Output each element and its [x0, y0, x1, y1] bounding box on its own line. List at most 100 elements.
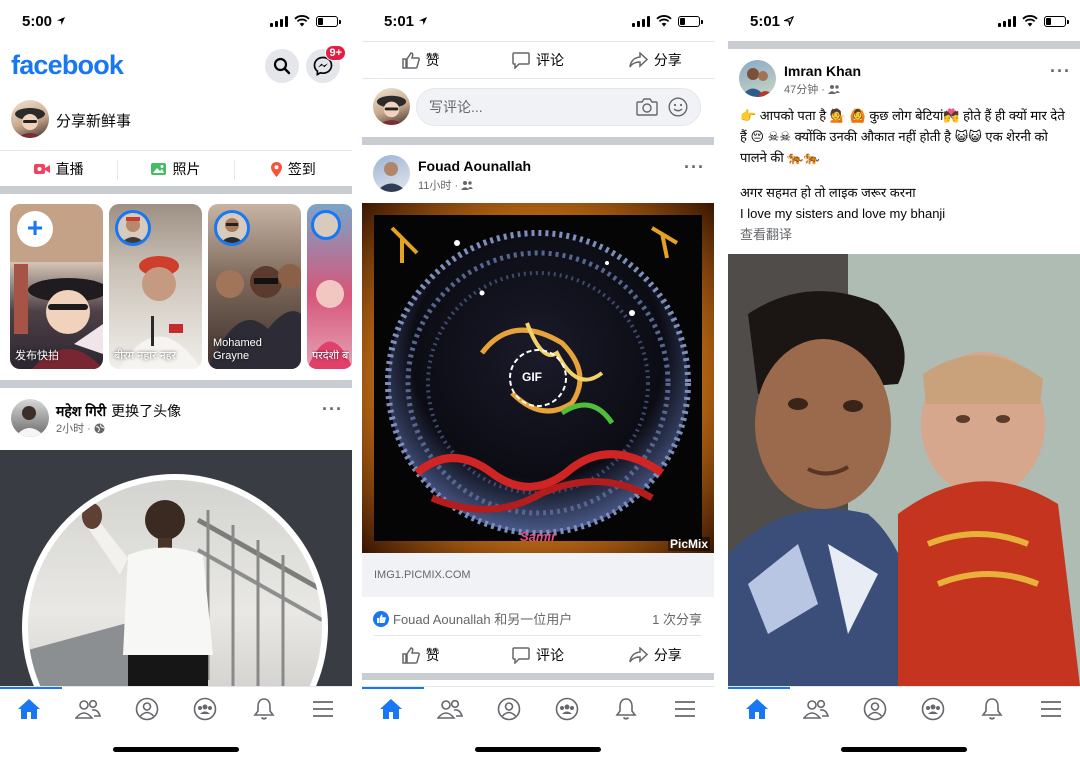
story-card[interactable]: बीरम नहार नहर [109, 204, 202, 369]
friends-audience-icon [827, 85, 840, 94]
location-arrow-icon [419, 17, 428, 25]
gif-label: GIF [522, 370, 542, 384]
photo-button[interactable]: 照片 [117, 152, 234, 186]
live-button[interactable]: 直播 [0, 152, 117, 186]
picmix-watermark: PicMix [667, 537, 710, 551]
watermark-samir: Samir [520, 529, 557, 544]
story-label: बीरम नहार नहर [114, 350, 177, 362]
share-count[interactable]: 1 次分享 [652, 609, 702, 628]
post-gif-image[interactable]: GIF Samir PicMix [362, 203, 714, 553]
profile-icon [497, 697, 520, 720]
tab-home[interactable] [9, 689, 49, 729]
screen-post-detail: 5:01 赞 评论 分享 写评论... Fouad Aounallah 11小时… [362, 0, 714, 760]
see-translation-link[interactable]: 查看翻译 [740, 224, 1070, 245]
post-meta: 47分钟 · [784, 81, 840, 97]
comment-button[interactable]: 评论 [479, 44, 596, 76]
comment-placeholder: 写评论... [429, 99, 483, 115]
post-author-avatar[interactable] [739, 60, 776, 97]
search-button[interactable] [265, 49, 299, 83]
link-preview[interactable]: IMG1.PICMIX.COM [362, 553, 714, 597]
story-card[interactable]: Mohamed Grayne [208, 204, 301, 369]
comment-button[interactable]: 评论 [479, 639, 596, 671]
post-author-avatar[interactable] [373, 155, 410, 192]
avatar[interactable] [11, 100, 49, 138]
share-button[interactable]: 分享 [597, 44, 714, 76]
comment-label: 评论 [535, 52, 564, 68]
story-avatar [214, 210, 250, 246]
like-button[interactable]: 赞 [362, 639, 479, 671]
post-author-name[interactable]: महेश गिरी [56, 402, 106, 421]
share-label: 分享 [653, 52, 682, 68]
status-bar: 5:01 [362, 0, 714, 42]
home-indicator [841, 747, 967, 752]
comment-input[interactable]: 写评论... [416, 88, 701, 126]
story-avatar [311, 210, 341, 240]
story-card[interactable]: परदेशी बा [307, 204, 352, 369]
tab-notifications[interactable] [606, 689, 646, 729]
post-more-icon[interactable]: ··· [684, 158, 705, 176]
groups-icon [555, 697, 579, 720]
add-story-button[interactable]: + [17, 211, 53, 247]
divider [117, 160, 118, 180]
tab-menu[interactable] [303, 689, 343, 729]
tab-profile[interactable] [127, 689, 167, 729]
share-button[interactable]: 分享 [597, 639, 714, 671]
tab-groups[interactable] [185, 689, 225, 729]
menu-icon [312, 700, 333, 717]
composer-prompt[interactable]: 分享新鲜事 [56, 110, 131, 131]
screen-news-feed: 5:00 facebook 9+ 分享新鲜事 直播 照片 签到 + 发布快拍 ब… [0, 0, 352, 760]
tab-menu[interactable] [665, 689, 705, 729]
post-time: 11小时 · [418, 180, 459, 192]
story-label: 发布快拍 [15, 350, 59, 362]
tab-profile[interactable] [855, 689, 895, 729]
story-card-create[interactable]: + 发布快拍 [10, 204, 103, 369]
tab-menu[interactable] [1031, 689, 1071, 729]
tab-groups[interactable] [547, 689, 587, 729]
screen-post-text: 5:01 Imran Khan 47分钟 · ··· 👉 आपको पता है… [728, 0, 1080, 760]
photo-icon [151, 163, 167, 175]
tab-home[interactable] [737, 689, 777, 729]
tab-groups[interactable] [913, 689, 953, 729]
my-avatar [373, 88, 410, 125]
comment-icon [512, 646, 530, 664]
reaction-summary[interactable]: Fouad Aounallah 和另一位用户 [373, 609, 572, 628]
tab-profile[interactable] [489, 689, 529, 729]
section-separator [0, 186, 352, 194]
reaction-text: Fouad Aounallah 和另一位用户 [393, 612, 573, 627]
facebook-logo: facebook [11, 50, 124, 80]
tab-friends[interactable] [796, 689, 836, 729]
post-body: 👉 आपको पता है 💁 🙆 कुछ लोग बेटियां💏 होते … [740, 105, 1070, 245]
section-separator [362, 137, 714, 145]
home-icon [380, 698, 403, 719]
menu-icon [674, 700, 695, 717]
messenger-badge: 9+ [325, 45, 346, 61]
like-button[interactable]: 赞 [362, 44, 479, 76]
home-icon [18, 698, 41, 719]
post-header: महेश गिरी 更换了头像 [56, 401, 181, 421]
like-reaction-icon [373, 610, 389, 627]
photo-label: 照片 [172, 161, 201, 177]
post-more-icon[interactable]: ··· [322, 400, 343, 418]
post-author-name[interactable]: Imran Khan [784, 63, 861, 79]
post-photo[interactable] [728, 254, 1080, 686]
groups-icon [193, 697, 217, 720]
emoji-icon[interactable] [668, 97, 688, 117]
friends-icon [436, 699, 463, 719]
profile-icon [135, 697, 158, 720]
post-more-icon[interactable]: ··· [1050, 62, 1071, 80]
check-in-button[interactable]: 签到 [235, 152, 352, 186]
story-label: Mohamed Grayne [213, 337, 262, 362]
tab-friends[interactable] [68, 689, 108, 729]
bottom-tab-bar [0, 686, 352, 730]
post-author-avatar[interactable] [11, 399, 49, 437]
camera-icon[interactable] [636, 98, 658, 116]
post-cover-photo[interactable] [0, 450, 352, 686]
messenger-button[interactable]: 9+ [306, 45, 346, 83]
signal-icon [632, 15, 650, 27]
tab-friends[interactable] [430, 689, 470, 729]
tab-home[interactable] [371, 689, 411, 729]
tab-notifications[interactable] [244, 689, 284, 729]
tab-notifications[interactable] [972, 689, 1012, 729]
post-author-name[interactable]: Fouad Aounallah [418, 158, 531, 174]
divider [0, 150, 352, 151]
